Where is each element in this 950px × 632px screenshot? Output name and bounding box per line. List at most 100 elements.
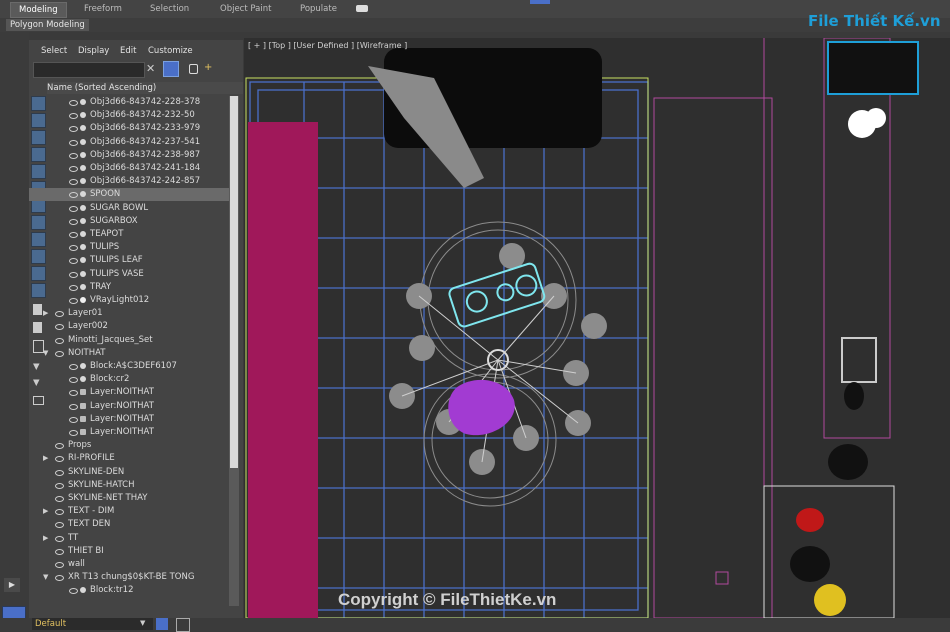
chevron-down-icon[interactable]: ▼ bbox=[140, 619, 145, 627]
tree-row[interactable]: Layer:NOITHAT bbox=[29, 386, 229, 399]
tab-object-paint[interactable]: Object Paint bbox=[220, 2, 271, 16]
column-header-name[interactable]: Name (Sorted Ascending) bbox=[47, 82, 243, 94]
visibility-eye-icon[interactable] bbox=[55, 575, 64, 582]
tab-modeling[interactable]: Modeling bbox=[10, 2, 67, 18]
visibility-eye-icon[interactable] bbox=[69, 271, 78, 278]
tab-populate[interactable]: Populate bbox=[300, 2, 337, 16]
tree-row[interactable]: TEAPOT bbox=[29, 228, 229, 241]
tree-row[interactable]: Obj3d66-843742-242-857 bbox=[29, 175, 229, 188]
tree-row[interactable]: Props bbox=[29, 439, 229, 452]
menu-edit[interactable]: Edit bbox=[120, 44, 136, 58]
visibility-eye-icon[interactable] bbox=[69, 205, 78, 212]
tree-row[interactable]: SPOON bbox=[29, 188, 229, 202]
tree-row[interactable]: Block:cr2 bbox=[29, 373, 229, 386]
visibility-eye-icon[interactable] bbox=[69, 403, 78, 410]
visibility-eye-icon[interactable] bbox=[69, 245, 78, 252]
tree-row[interactable]: Block:A$C3DEF6107 bbox=[29, 360, 229, 373]
tree-row[interactable]: TEXT DEN bbox=[29, 518, 229, 531]
visibility-eye-icon[interactable] bbox=[69, 430, 78, 436]
visibility-eye-icon[interactable] bbox=[55, 311, 64, 318]
visibility-eye-icon[interactable] bbox=[55, 522, 64, 529]
menu-select[interactable]: Select bbox=[41, 44, 67, 58]
visibility-eye-icon[interactable] bbox=[55, 443, 64, 450]
visibility-eye-icon[interactable] bbox=[69, 364, 78, 370]
ribbon-collapse-icon[interactable] bbox=[530, 0, 550, 4]
tree-row[interactable]: ▼ NOITHAT bbox=[29, 347, 229, 360]
clear-search-icon[interactable]: ✕ bbox=[146, 62, 155, 75]
tree-row[interactable]: ▶ TT bbox=[29, 532, 229, 545]
tree-row[interactable]: TULIPS LEAF bbox=[29, 254, 229, 267]
viewport-label[interactable]: [ + ] [Top ] [User Defined ] [Wireframe … bbox=[248, 41, 407, 50]
scrollbar-thumb[interactable] bbox=[230, 96, 238, 468]
layer-explorer-icon[interactable] bbox=[176, 618, 190, 632]
tree-row[interactable]: Obj3d66-843742-228-378 bbox=[29, 96, 229, 109]
visibility-eye-icon[interactable] bbox=[55, 509, 64, 516]
tree-row[interactable]: SKYLINE-HATCH bbox=[29, 479, 229, 492]
tree-row[interactable]: Obj3d66-843742-241-184 bbox=[29, 162, 229, 175]
tree-row[interactable]: Obj3d66-843742-238-987 bbox=[29, 149, 229, 162]
visibility-eye-icon[interactable] bbox=[69, 298, 78, 304]
tree-row[interactable]: THIET BI bbox=[29, 545, 229, 558]
polygon-modeling-label[interactable]: Polygon Modeling bbox=[6, 19, 89, 31]
tree-row[interactable]: ▼ XR T13 chung$0$KT-BE TONG bbox=[29, 571, 229, 584]
visibility-eye-icon[interactable] bbox=[69, 232, 78, 238]
visibility-eye-icon[interactable] bbox=[55, 496, 64, 502]
tree-row[interactable]: VRayLight012 bbox=[29, 294, 229, 307]
tree-row[interactable]: wall bbox=[29, 558, 229, 571]
layer-manager-icon[interactable] bbox=[156, 618, 168, 630]
tree-row[interactable]: Block:tr12 bbox=[29, 584, 229, 597]
visibility-eye-icon[interactable] bbox=[55, 548, 64, 555]
visibility-eye-icon[interactable] bbox=[69, 192, 78, 199]
layer-dropdown[interactable]: Default bbox=[32, 618, 153, 630]
expand-arrow-icon[interactable]: ▶ bbox=[43, 307, 48, 320]
ribbon-options-icon[interactable] bbox=[356, 5, 368, 12]
tree-row[interactable]: SKYLINE-DEN bbox=[29, 466, 229, 479]
visibility-eye-icon[interactable] bbox=[55, 535, 64, 542]
visibility-eye-icon[interactable] bbox=[69, 377, 78, 384]
tree-row[interactable]: TULIPS VASE bbox=[29, 268, 229, 281]
tab-freeform[interactable]: Freeform bbox=[84, 2, 122, 16]
visibility-eye-icon[interactable] bbox=[69, 218, 78, 225]
visibility-eye-icon[interactable] bbox=[55, 562, 64, 568]
tree-row[interactable]: ▶ TEXT - DIM bbox=[29, 505, 229, 518]
lock-icon[interactable] bbox=[189, 64, 198, 74]
tree-row[interactable]: Layer:NOITHAT bbox=[29, 400, 229, 413]
menu-customize[interactable]: Customize bbox=[148, 44, 193, 58]
visibility-eye-icon[interactable] bbox=[69, 166, 78, 172]
tree-row[interactable]: Minotti_Jacques_Set bbox=[29, 334, 229, 347]
tree-row[interactable]: Layer:NOITHAT bbox=[29, 413, 229, 426]
visibility-eye-icon[interactable] bbox=[69, 284, 78, 291]
tree-row[interactable]: Obj3d66-843742-233-979 bbox=[29, 122, 229, 135]
tree-row[interactable]: Obj3d66-843742-232-50 bbox=[29, 109, 229, 122]
filter-icon[interactable] bbox=[163, 61, 179, 77]
expand-arrow-icon[interactable]: ▶ bbox=[43, 505, 48, 518]
tree-row[interactable]: ▶ RI-PROFILE bbox=[29, 452, 229, 465]
tree-row[interactable]: TRAY bbox=[29, 281, 229, 294]
expand-arrow-icon[interactable]: ▶ bbox=[43, 452, 48, 465]
visibility-eye-icon[interactable] bbox=[69, 416, 78, 423]
visibility-eye-icon[interactable] bbox=[69, 100, 78, 106]
tree-row[interactable]: ▶ Layer01 bbox=[29, 307, 229, 320]
visibility-eye-icon[interactable] bbox=[69, 258, 78, 265]
tree-row[interactable]: Layer002 bbox=[29, 320, 229, 333]
tree-row[interactable]: SUGARBOX bbox=[29, 215, 229, 228]
visibility-eye-icon[interactable] bbox=[55, 482, 64, 489]
viewport-top[interactable]: [ + ] [Top ] [User Defined ] [Wireframe … bbox=[244, 38, 950, 618]
tree-row[interactable]: SUGAR BOWL bbox=[29, 202, 229, 215]
visibility-eye-icon[interactable] bbox=[69, 390, 78, 397]
visibility-eye-icon[interactable] bbox=[69, 179, 78, 186]
menu-display[interactable]: Display bbox=[78, 44, 109, 58]
visibility-eye-icon[interactable] bbox=[69, 588, 78, 595]
visibility-eye-icon[interactable] bbox=[55, 337, 64, 344]
tree-row[interactable]: Obj3d66-843742-237-541 bbox=[29, 136, 229, 149]
expand-arrow-icon[interactable]: ▶ bbox=[43, 532, 48, 545]
scrollbar[interactable] bbox=[229, 96, 239, 606]
collapse-arrow-icon[interactable]: ▼ bbox=[43, 347, 48, 360]
collapse-arrow-icon[interactable]: ▼ bbox=[43, 571, 48, 584]
visibility-eye-icon[interactable] bbox=[55, 456, 64, 463]
tree-row[interactable]: TULIPS bbox=[29, 241, 229, 254]
tree-row[interactable]: Layer:NOITHAT bbox=[29, 426, 229, 439]
visibility-eye-icon[interactable] bbox=[55, 469, 64, 476]
visibility-eye-icon[interactable] bbox=[55, 324, 64, 331]
visibility-eye-icon[interactable] bbox=[69, 152, 78, 159]
